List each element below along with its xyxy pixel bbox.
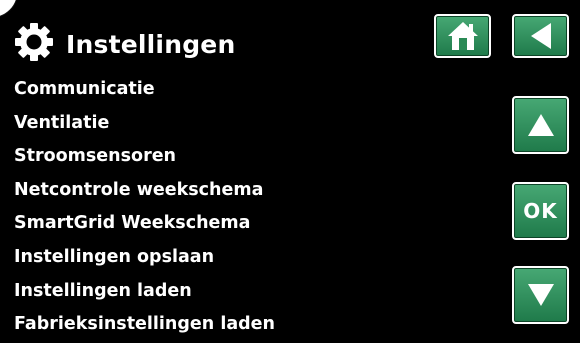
menu-item-ventilatie[interactable]: Ventilatie [14, 110, 275, 144]
down-arrow-icon [526, 282, 556, 308]
back-button[interactable] [512, 14, 569, 58]
scroll-down-button[interactable] [512, 266, 569, 324]
ok-button-label: OK [523, 199, 558, 223]
display-screen: Instellingen Communicatie Ventilatie Str… [0, 0, 580, 343]
gear-icon [14, 22, 54, 66]
menu-item-smartgrid-weekschema[interactable]: SmartGrid Weekschema [14, 210, 275, 244]
header: Instellingen [14, 22, 235, 66]
settings-menu: Communicatie Ventilatie Stroomsensoren N… [14, 76, 275, 343]
home-button[interactable] [434, 14, 491, 58]
menu-item-fabrieksinstellingen-laden[interactable]: Fabrieksinstellingen laden [14, 311, 275, 343]
menu-item-instellingen-opslaan[interactable]: Instellingen opslaan [14, 244, 275, 278]
scroll-up-button[interactable] [512, 96, 569, 154]
menu-item-communicatie[interactable]: Communicatie [14, 76, 275, 110]
back-arrow-icon [528, 21, 554, 51]
home-icon [446, 20, 480, 52]
menu-item-stroomsensoren[interactable]: Stroomsensoren [14, 143, 275, 177]
page-title: Instellingen [66, 29, 236, 59]
bezel-corner [0, 0, 18, 18]
up-arrow-icon [526, 112, 556, 138]
ok-button[interactable]: OK [512, 182, 569, 240]
menu-item-netcontrole-weekschema[interactable]: Netcontrole weekschema [14, 177, 275, 211]
menu-item-instellingen-laden[interactable]: Instellingen laden [14, 278, 275, 312]
